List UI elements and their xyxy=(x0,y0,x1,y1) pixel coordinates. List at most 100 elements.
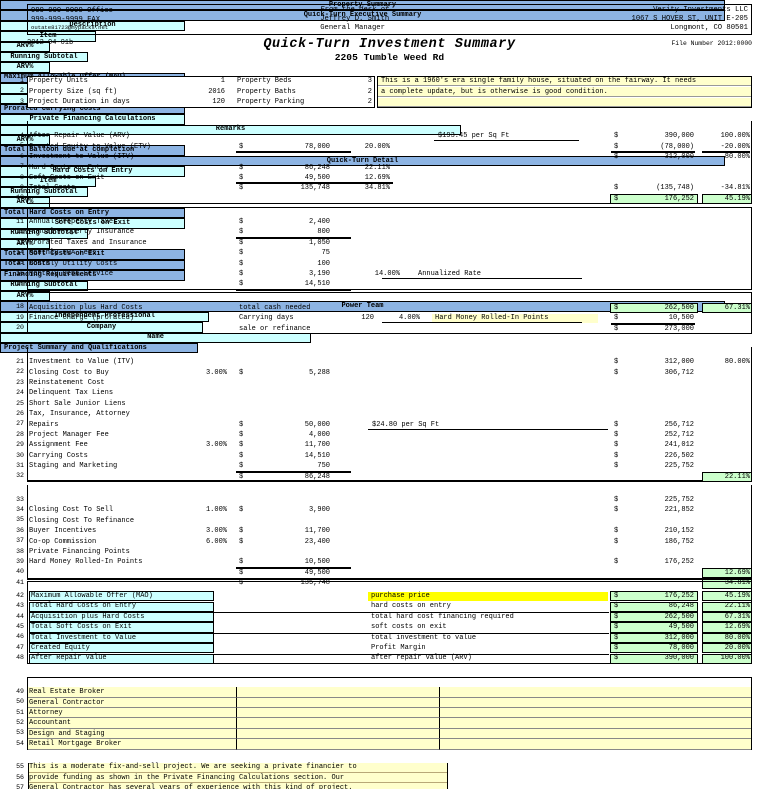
financing-arvpct: 22.11% xyxy=(724,602,750,611)
private-financing-note: Hard Money Rolled-In Points xyxy=(435,314,549,323)
letterhead-sender-block: From the desk of Jeffrey D. Smith Genera… xyxy=(317,5,534,34)
exec-annotation-underline xyxy=(434,140,579,142)
annualized-rate-underline xyxy=(382,278,582,279)
hard-costs-arvpct: 80.00% xyxy=(724,358,750,367)
hard-costs-running-value: 241,012 xyxy=(664,441,694,450)
row-number: 28 xyxy=(16,430,24,438)
company-address-line1: 1067 S HOVER ST, UNIT E-205 xyxy=(631,14,748,23)
row-number: 18 xyxy=(16,303,24,311)
financing-arvpct: 45.19% xyxy=(724,592,750,600)
carrying-cost-label: Annual Property Taxes xyxy=(29,218,118,226)
hard-costs-label: Assignment Fee xyxy=(29,441,88,450)
financing-remark: after repair value (ARV) xyxy=(371,654,472,663)
row-number: 43 xyxy=(16,602,24,610)
exec-arv-pct: 20.00% xyxy=(364,142,390,151)
sender-name: Jeffrey D. Smith xyxy=(320,14,390,23)
power-team-name-cell[interactable] xyxy=(440,728,751,740)
carrying-cost-label: Prorated Taxes and Insurance xyxy=(29,238,147,247)
exec-rule-arv-1 xyxy=(702,151,750,154)
property-address-heading: 2205 Tumble Weed Rd xyxy=(334,52,445,63)
office-phone: 999-999-9999 Office xyxy=(31,7,113,15)
financing-label: Maximum Allowable Offer (MAO) xyxy=(31,592,153,600)
power-team-company-cell[interactable] xyxy=(237,739,440,750)
soft-costs-item-value: 11,700 xyxy=(304,527,330,536)
property-note-text: This is a 1960's era single family house… xyxy=(381,77,697,86)
row-number: 9 xyxy=(20,184,24,191)
row-number: 54 xyxy=(16,739,24,747)
hard-costs-label: Investment to Value (ITV) xyxy=(29,358,135,367)
title-bar: 2012-04-01b Quick-Turn Investment Summar… xyxy=(27,38,752,52)
exec-rule-arv-2 xyxy=(345,182,393,185)
property-summary-value2: 2 xyxy=(367,98,372,107)
soft-costs-label: Closing Cost To Refinance xyxy=(29,516,135,525)
row-number: 16 xyxy=(16,269,24,277)
private-financing-running-value: 273,000 xyxy=(664,324,694,333)
row-number: 32 xyxy=(16,472,24,480)
power-team-name-cell[interactable] xyxy=(440,687,751,698)
property-summary-value: 1 xyxy=(220,77,225,86)
row-number: 36 xyxy=(16,526,24,534)
exec-running-arvpct: 80.00% xyxy=(724,153,750,162)
power-team-name-cell[interactable] xyxy=(440,697,751,708)
hard-costs-annotation-underline xyxy=(368,428,608,430)
row-number: 22 xyxy=(16,368,24,376)
carrying-cost-value: 100 xyxy=(317,259,330,268)
letterhead: 999-999-9999 Office 999-999-9999 FAX out… xyxy=(27,4,752,35)
project-summary-text: This is a moderate fix-and-sell project.… xyxy=(29,763,357,772)
exec-running-arvpct: -34.81% xyxy=(720,184,750,193)
exec-running-arvpct: -20.00% xyxy=(720,142,750,151)
row-number: 21 xyxy=(16,357,24,365)
row-number: 1 xyxy=(20,77,24,84)
row-number: 41 xyxy=(16,578,24,586)
property-note-cell xyxy=(378,97,751,108)
hard-costs-running-value: 226,502 xyxy=(664,451,694,460)
row-number: 57 xyxy=(16,783,24,789)
hard-costs-label: Staging and Marketing xyxy=(29,462,118,471)
property-summary-value2: 3 xyxy=(367,77,372,86)
power-team-company-cell[interactable] xyxy=(237,697,440,708)
power-team-name-cell[interactable] xyxy=(440,718,751,729)
exec-running-arvpct: 100.00% xyxy=(720,132,750,141)
power-team-name-cell[interactable] xyxy=(440,739,751,750)
soft-costs-pct: 6.00% xyxy=(205,537,227,546)
financing-label: Created Equity xyxy=(31,644,90,652)
exec-arv-pct: 34.81% xyxy=(364,184,390,193)
power-team-name-cell[interactable] xyxy=(440,708,751,719)
power-team-company-cell[interactable] xyxy=(237,728,440,740)
power-team-professional-label: Real Estate Broker xyxy=(29,688,105,697)
company-address-line2: Longmont, CO 80501 xyxy=(670,23,748,32)
row-number: 13 xyxy=(16,238,24,246)
soft-costs-item-value: 3,900 xyxy=(308,506,330,515)
soft-costs-running-value: 176,252 xyxy=(664,558,694,567)
row-number: 3 xyxy=(20,97,24,105)
row-number: 42 xyxy=(16,591,24,599)
exec-row-label: Investment to Value (ITV) xyxy=(29,153,135,162)
soft-costs-running-value: 186,752 xyxy=(664,537,694,546)
power-team-company-cell[interactable] xyxy=(237,708,440,719)
property-summary-value2: 2 xyxy=(367,87,372,96)
financing-remark: soft costs on exit xyxy=(371,623,447,632)
exec-arv-pct: 12.69% xyxy=(364,173,390,182)
row-number: 24 xyxy=(16,389,24,397)
power-team-company-cell[interactable] xyxy=(237,718,440,729)
row-number: 26 xyxy=(16,409,24,417)
hard-costs-label: Carrying Costs xyxy=(29,451,88,460)
power-team-professional-label: Accountant xyxy=(29,719,72,728)
hard-costs-label: Reinstatement Cost xyxy=(29,379,105,387)
carrying-cost-value: 14,510 xyxy=(304,280,330,289)
row-number: 44 xyxy=(16,612,24,620)
hard-costs-item-value: 11,700 xyxy=(304,441,330,450)
annualized-rate-label: Annualized Rate xyxy=(418,270,482,278)
row-number: 47 xyxy=(16,643,24,651)
power-team-company-cell[interactable] xyxy=(237,687,440,698)
financing-label: Total Soft Costs on Exit xyxy=(31,623,132,632)
financing-remark: hard costs on entry xyxy=(371,602,451,611)
carrying-cost-label: Annual Property Insurance xyxy=(29,228,135,237)
hard-costs-label: Repairs xyxy=(29,420,59,429)
document-title: Quick-Turn Investment Summary xyxy=(263,37,516,52)
row-number: 34 xyxy=(16,506,24,513)
hard-costs-arvpct: 22.11% xyxy=(724,472,750,481)
financing-remark: purchase price xyxy=(371,592,430,600)
exec-rule-running-1 xyxy=(611,151,695,154)
row-number: 40 xyxy=(16,568,24,576)
